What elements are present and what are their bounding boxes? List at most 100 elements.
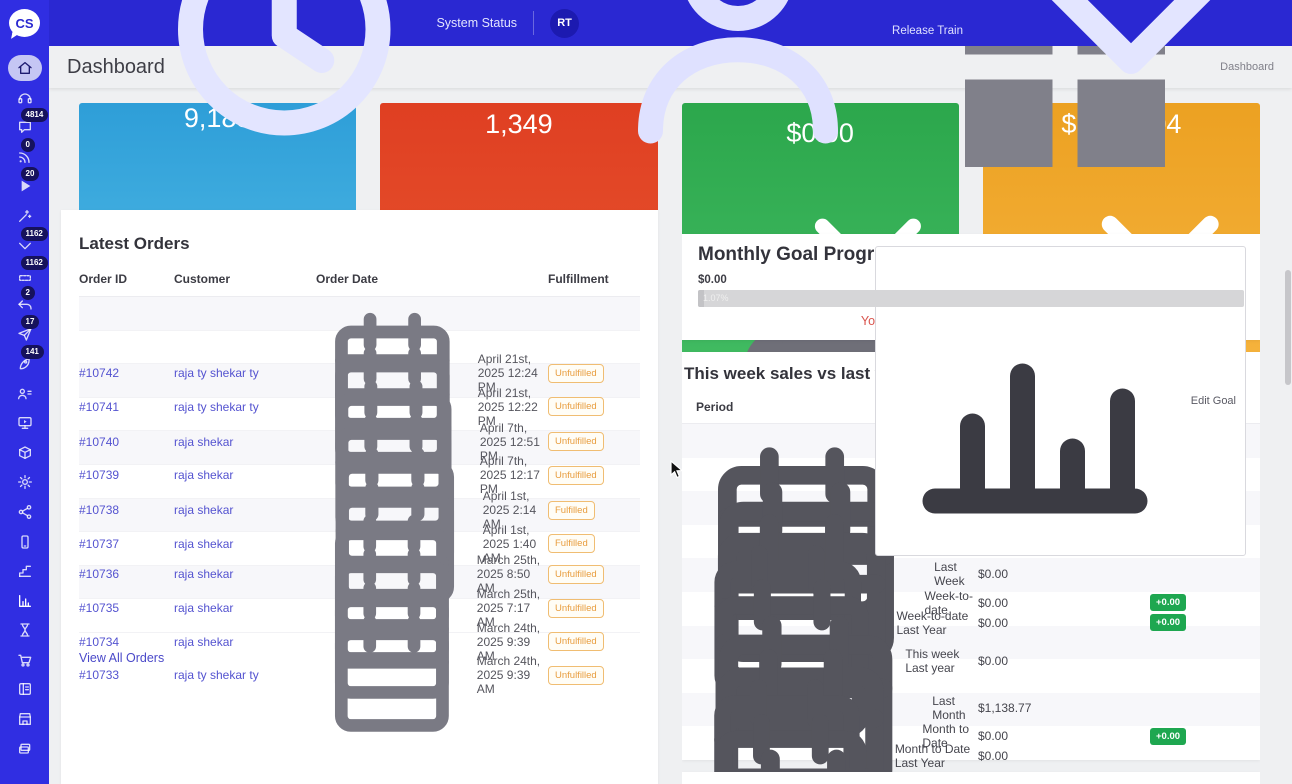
sidebar-item[interactable] [8, 440, 42, 466]
sidebar-item[interactable] [8, 558, 42, 584]
order-id-link[interactable]: #10738 [79, 503, 119, 517]
order-id-link[interactable]: #10740 [79, 435, 119, 449]
customer-link[interactable]: raja shekar [174, 503, 233, 517]
sidebar-item[interactable]: 1162 [8, 233, 42, 259]
account-menu[interactable]: RT CSKit CMS Release Train [550, 0, 1278, 181]
customer-link[interactable]: raja shekar [174, 468, 233, 482]
topbar: System Status RT CSKit CMS Release Train [49, 0, 1292, 46]
chevron-down-icon [972, 0, 1278, 176]
sidebar-icon [17, 681, 33, 697]
sidebar-item[interactable] [8, 381, 42, 407]
fulfillment-badge: Unfulfilled [548, 632, 604, 651]
sidebar-item[interactable] [8, 499, 42, 525]
latest-comments-panel: Latest Comments [682, 772, 1260, 784]
customer-link[interactable]: raja ty shekar ty [174, 400, 259, 414]
fulfillment-badge: Unfulfilled [548, 397, 604, 416]
sidebar-item[interactable] [8, 469, 42, 495]
order-id-link[interactable]: #10735 [79, 601, 119, 615]
customer-link[interactable]: raja shekar [174, 537, 233, 551]
col-order-date: Order Date [316, 272, 548, 286]
account-user: Release Train [892, 25, 963, 37]
system-status-button[interactable]: System Status [128, 0, 517, 173]
sidebar-item[interactable] [8, 647, 42, 673]
fulfillment-badge: Unfulfilled [548, 466, 604, 485]
revenue-value: $1,138.77 [978, 701, 1150, 715]
system-status-label: System Status [436, 16, 517, 30]
sidebar-icon [17, 208, 33, 224]
sidebar-item[interactable]: 17 [8, 321, 42, 347]
fulfillment-badge: Unfulfilled [548, 599, 604, 618]
system-status-icon [128, 0, 428, 173]
goal-progress-bar: 1.07% [698, 290, 1244, 307]
sidebar-badge: 0 [21, 138, 35, 152]
order-date: March 24th, 2025 9:39 AM [477, 654, 548, 696]
sidebar-item[interactable]: 0 [8, 144, 42, 170]
sidebar-item[interactable]: 4814 [8, 114, 42, 140]
sales-row: This Month Last year $6,556.15 [682, 693, 1260, 727]
customer-link[interactable]: raja shekar [174, 435, 233, 449]
revenue-value: $0.00 [978, 596, 1150, 610]
sidebar-item[interactable]: 141 [8, 351, 42, 377]
sidebar-item[interactable] [8, 617, 42, 643]
order-id-link[interactable]: #10741 [79, 400, 119, 414]
sidebar-badge: 17 [21, 315, 40, 329]
sidebar-icon [17, 445, 33, 461]
customer-link[interactable]: raja ty shekar ty [174, 668, 259, 682]
app-logo[interactable]: CS [0, 0, 49, 46]
revenue-value: $0.00 [978, 654, 1150, 668]
order-id-link[interactable]: #10733 [79, 668, 119, 682]
fulfillment-badge: Unfulfilled [548, 432, 604, 451]
calendar-icon [316, 599, 468, 751]
orders-table-header: Order ID Customer Order Date Fulfillment [79, 264, 640, 297]
customer-link[interactable]: raja ty shekar ty [174, 366, 259, 380]
sidebar-item[interactable] [8, 736, 42, 762]
sidebar-icon [17, 622, 33, 638]
order-id-link[interactable]: #10739 [79, 468, 119, 482]
fulfillment-badge: Unfulfilled [548, 666, 604, 685]
avatar: RT [550, 9, 579, 38]
goal-min: $0.00 [698, 274, 727, 286]
sidebar-icon [17, 474, 33, 490]
sidebar-nav: 4814 0 20 1162 1162 [0, 46, 49, 765]
customer-link[interactable]: raja shekar [174, 601, 233, 615]
fulfillment-badge: Unfulfilled [548, 565, 604, 584]
sidebar-item[interactable] [8, 529, 42, 555]
sidebar-item[interactable]: 20 [8, 173, 42, 199]
customer-link[interactable]: raja shekar [174, 567, 233, 581]
order-id-link[interactable]: #10734 [79, 635, 119, 649]
logo-bubble-icon: CS [9, 9, 40, 37]
sidebar-icon [17, 415, 33, 431]
col-customer: Customer [174, 272, 316, 286]
view-all-orders-link[interactable]: View All Orders [79, 651, 164, 665]
sidebar-item[interactable] [8, 203, 42, 229]
sidebar-item[interactable] [8, 676, 42, 702]
sidebar-icon [17, 593, 33, 609]
sales-row: Month to Date Last Year $0.00 [682, 659, 1260, 693]
sidebar-item[interactable]: 2 [8, 292, 42, 318]
sidebar: CS 4814 0 20 [0, 0, 49, 784]
sidebar-icon [17, 504, 33, 520]
order-id-link[interactable]: #10736 [79, 567, 119, 581]
revenue-value: $0.00 [978, 616, 1150, 630]
goal-progress-label: 1.07% [703, 293, 729, 303]
revenue-value: $0.00 [978, 749, 1150, 763]
sidebar-item[interactable] [8, 706, 42, 732]
sidebar-item[interactable] [8, 410, 42, 436]
change-badge: +0.00 [1150, 728, 1186, 745]
person-icon [588, 0, 888, 181]
sidebar-badge: 1162 [21, 227, 48, 241]
order-id-link[interactable]: #10742 [79, 366, 119, 380]
sidebar-item[interactable] [8, 85, 42, 111]
latest-orders-panel: Latest Orders Order ID Customer Order Da… [61, 210, 658, 784]
latest-orders-title: Latest Orders [79, 234, 640, 254]
sidebar-icon [17, 563, 33, 579]
col-fulfillment: Fulfillment [548, 272, 640, 286]
revenue-value: $0.00 [978, 729, 1150, 743]
customer-link[interactable]: raja shekar [174, 635, 233, 649]
page-scrollbar[interactable] [1285, 270, 1291, 385]
sidebar-item[interactable] [8, 588, 42, 614]
sidebar-item[interactable]: 1162 [8, 262, 42, 288]
sidebar-item[interactable] [8, 55, 42, 81]
order-id-link[interactable]: #10737 [79, 537, 119, 551]
fulfillment-badge: Unfulfilled [548, 364, 604, 383]
